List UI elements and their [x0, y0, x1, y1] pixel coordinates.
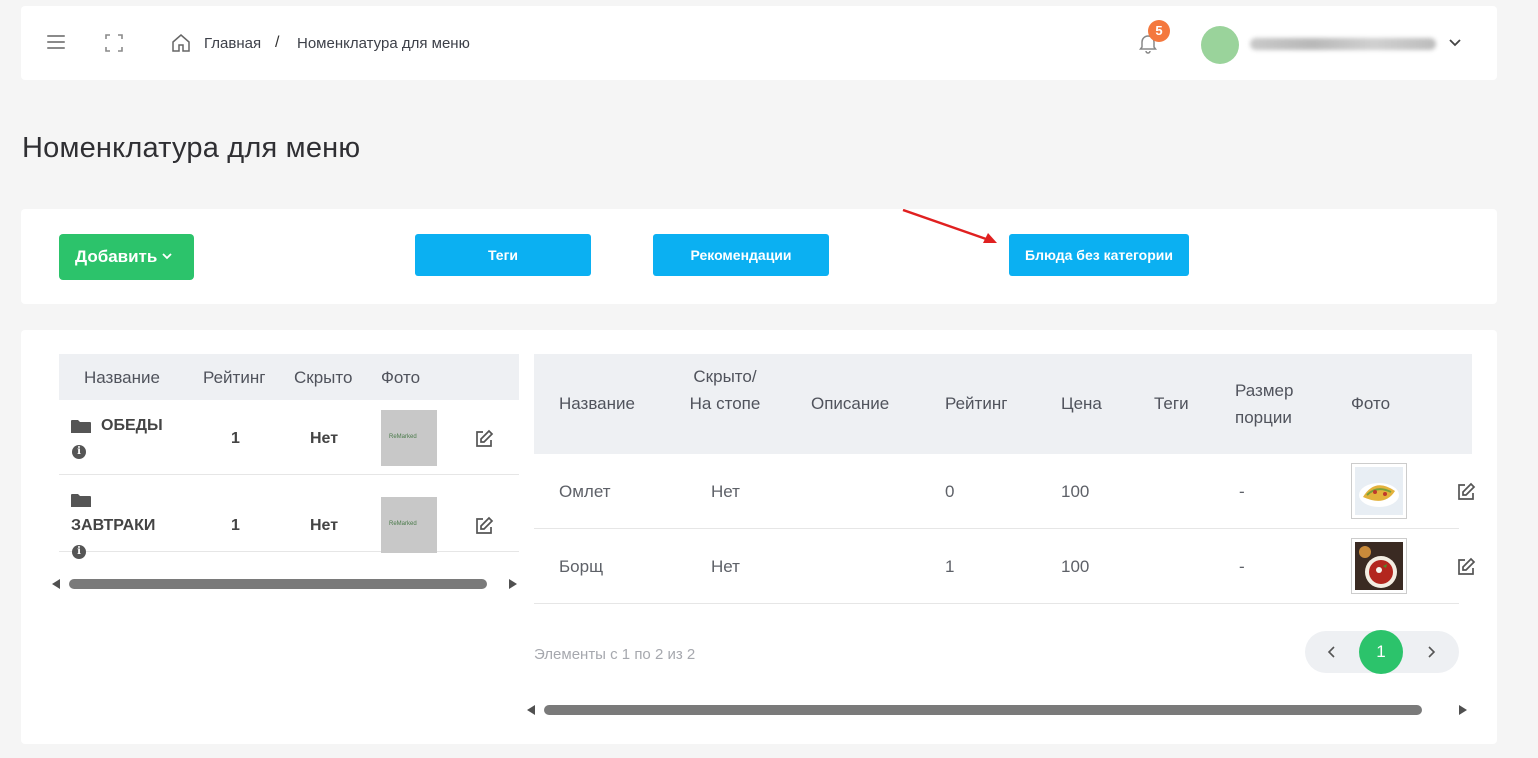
category-hidden: Нет: [310, 517, 339, 534]
folder-icon: [71, 420, 91, 433]
edit-icon[interactable]: [1456, 557, 1476, 577]
dish-name: Борщ: [559, 557, 604, 576]
scroll-left-icon[interactable]: [52, 579, 60, 589]
dish-name: Омлет: [559, 482, 611, 501]
add-button-label: Добавить: [75, 247, 158, 266]
scroll-left-icon[interactable]: [527, 705, 535, 715]
category-name: ОБЕДЫ: [101, 417, 163, 434]
home-icon[interactable]: [171, 33, 191, 53]
column-header-rating[interactable]: Рейтинг: [203, 368, 265, 388]
dish-price: 100: [1061, 557, 1090, 576]
table-row[interactable]: ОБЕДЫ i 1 Нет ReMarked: [59, 400, 519, 475]
fullscreen-icon[interactable]: [105, 34, 123, 52]
toolbar: Добавить Теги Рекомендации Блюда без кат…: [21, 209, 1497, 304]
breadcrumb-home[interactable]: Главная: [204, 35, 261, 52]
breadcrumb-separator: /: [275, 34, 280, 51]
content-card: Название Рейтинг Скрыто Фото ОБЕДЫ i 1 Н…: [21, 330, 1497, 744]
categories-table-header: Название Рейтинг Скрыто Фото: [59, 354, 519, 400]
dish-portion: -: [1239, 557, 1245, 576]
dishes-table-header: Название Скрыто/ На стопе Описание Рейти…: [534, 354, 1472, 454]
edit-icon[interactable]: [474, 429, 494, 449]
user-name-blurred[interactable]: [1250, 38, 1436, 50]
recommendations-button[interactable]: Рекомендации: [653, 234, 829, 276]
column-header-photo[interactable]: Фото: [381, 368, 420, 388]
dish-rating: 1: [945, 557, 955, 576]
add-button[interactable]: Добавить: [59, 234, 194, 280]
chevron-right-icon[interactable]: [1425, 644, 1437, 660]
category-photo: ReMarked: [381, 497, 437, 553]
category-name: ЗАВТРАКИ: [71, 517, 156, 534]
page-title: Номенклатура для меню: [22, 132, 361, 164]
dish-hidden: Нет: [711, 482, 740, 501]
breadcrumb-current: Номенклатура для меню: [297, 35, 470, 52]
info-icon[interactable]: i: [72, 445, 86, 459]
dish-hidden: Нет: [711, 557, 740, 576]
edit-icon[interactable]: [1456, 482, 1476, 502]
column-header-photo[interactable]: Фото: [1351, 390, 1390, 417]
borscht-image-icon: [1355, 542, 1403, 590]
column-header-rating[interactable]: Рейтинг: [945, 390, 1007, 417]
menu-icon[interactable]: [47, 35, 65, 49]
table-row[interactable]: ЗАВТРАКИ i 1 Нет ReMarked: [59, 475, 519, 559]
category-photo: ReMarked: [381, 410, 437, 466]
pagination-info: Элементы с 1 по 2 из 2: [534, 646, 696, 663]
top-bar: Главная / Номенклатура для меню 5: [21, 6, 1497, 80]
scroll-right-icon[interactable]: [509, 579, 517, 589]
dish-photo-borscht: [1351, 538, 1407, 594]
column-header-tags[interactable]: Теги: [1154, 390, 1189, 417]
column-header-hidden[interactable]: Скрыто/ На стопе: [684, 363, 766, 417]
dishes-horizontal-scrollbar[interactable]: [527, 703, 1467, 717]
chevron-down-icon[interactable]: [1448, 38, 1462, 48]
dish-photo-omelette: [1351, 463, 1407, 519]
omelette-image-icon: [1355, 467, 1403, 515]
page-button-current[interactable]: 1: [1359, 630, 1403, 674]
annotation-arrow-icon: [902, 209, 997, 243]
dish-rating: 0: [945, 482, 955, 501]
pagination: 1: [1305, 630, 1459, 674]
avatar[interactable]: [1201, 26, 1239, 64]
edit-icon[interactable]: [474, 516, 494, 536]
column-header-hidden[interactable]: Скрыто: [294, 368, 352, 388]
table-row[interactable]: Омлет Нет 0 100 -: [534, 454, 1476, 529]
info-icon[interactable]: i: [72, 545, 86, 559]
categories-horizontal-scrollbar[interactable]: [52, 577, 517, 591]
scrollbar-thumb[interactable]: [544, 705, 1422, 715]
chevron-left-icon[interactable]: [1326, 644, 1338, 660]
column-header-price[interactable]: Цена: [1061, 390, 1102, 417]
scrollbar-thumb[interactable]: [69, 579, 487, 589]
column-header-name[interactable]: Название: [559, 390, 635, 417]
column-header-portion[interactable]: Размер порции: [1235, 377, 1307, 431]
category-rating: 1: [231, 517, 240, 534]
category-rating: 1: [231, 430, 240, 447]
column-header-description[interactable]: Описание: [811, 390, 889, 417]
uncategorized-dishes-button[interactable]: Блюда без категории: [1009, 234, 1189, 276]
chevron-down-icon: [162, 253, 172, 260]
dish-price: 100: [1061, 482, 1090, 501]
dish-portion: -: [1239, 482, 1245, 501]
table-row[interactable]: Борщ Нет 1 100 -: [534, 529, 1476, 604]
category-hidden: Нет: [310, 430, 339, 447]
tags-button[interactable]: Теги: [415, 234, 591, 276]
folder-icon: [71, 494, 91, 507]
notification-badge: 5: [1148, 20, 1170, 42]
scroll-right-icon[interactable]: [1459, 705, 1467, 715]
column-header-name[interactable]: Название: [84, 368, 160, 388]
